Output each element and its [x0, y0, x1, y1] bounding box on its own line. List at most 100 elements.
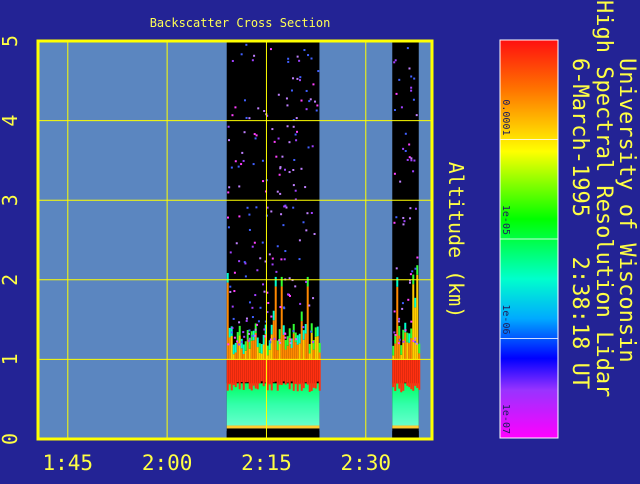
noise-speckle — [401, 302, 404, 305]
cloud-core — [238, 359, 241, 390]
cloud-core — [266, 359, 269, 391]
aerosol-layer — [226, 383, 320, 426]
noise-speckle — [285, 97, 288, 100]
noise-speckle — [305, 229, 308, 232]
noise-speckle — [304, 186, 307, 189]
noise-speckle — [262, 180, 265, 183]
cloud-core — [406, 359, 409, 386]
noise-speckle — [317, 70, 320, 73]
cloud-fringe — [242, 344, 245, 355]
noise-speckle — [412, 98, 415, 101]
y-tick-label: 5 — [0, 35, 22, 47]
noise-speckle — [283, 258, 286, 261]
noise-speckle — [246, 206, 249, 209]
cloud-fringe — [266, 345, 269, 356]
noise-speckle — [293, 158, 296, 161]
noise-speckle — [251, 59, 254, 62]
cloud-fringe — [272, 310, 275, 321]
noise-speckle — [406, 47, 409, 50]
cloud-core — [306, 359, 309, 385]
noise-speckle — [310, 211, 313, 214]
cloud-core — [312, 359, 315, 388]
cloud-fringe — [416, 265, 419, 275]
cloud-core — [416, 359, 419, 388]
noise-speckle — [410, 159, 413, 162]
noise-speckle — [395, 92, 398, 95]
noise-speckle — [289, 338, 292, 341]
cloud-fringe — [408, 333, 411, 343]
noise-speckle — [240, 340, 243, 343]
noise-speckle — [247, 339, 250, 342]
cloud-top — [404, 332, 407, 360]
cloud-core — [256, 359, 259, 390]
noise-speckle — [254, 334, 257, 337]
noise-speckle — [242, 159, 245, 162]
cloud-fringe — [276, 340, 279, 351]
noise-speckle — [407, 298, 410, 301]
cloud-top — [400, 354, 403, 360]
cloud-top — [268, 349, 271, 360]
cloud-core — [304, 359, 307, 383]
cloud-top — [412, 284, 415, 360]
cloud-top — [234, 352, 237, 360]
noise-speckle — [276, 245, 279, 248]
cloud-top — [232, 354, 235, 360]
ground-line — [226, 425, 320, 429]
cloud-core — [400, 359, 403, 393]
noise-speckle — [312, 83, 315, 86]
cloud-core — [272, 359, 275, 383]
noise-speckle — [279, 192, 282, 195]
cloud-top — [316, 336, 319, 360]
noise-speckle — [257, 320, 260, 323]
cloud-core — [298, 359, 301, 385]
noise-speckle — [402, 147, 405, 150]
noise-speckle — [295, 338, 298, 341]
cloud-core — [394, 359, 397, 392]
noise-speckle — [267, 301, 270, 304]
noise-speckle — [393, 310, 396, 313]
noise-speckle — [238, 185, 241, 188]
noise-speckle — [310, 330, 313, 333]
noise-speckle — [294, 189, 297, 192]
cloud-fringe — [304, 324, 307, 334]
noise-speckle — [410, 75, 413, 78]
noise-speckle — [227, 216, 230, 219]
noise-speckle — [251, 306, 254, 309]
cloud-core — [250, 359, 253, 391]
colorbar-tick-label: 1e-05 — [500, 205, 511, 235]
noise-speckle — [262, 283, 265, 286]
cloud-fringe — [288, 328, 291, 338]
noise-speckle — [413, 77, 416, 80]
noise-speckle — [409, 207, 412, 210]
x-tick-label: 2:30 — [340, 451, 391, 475]
noise-speckle — [393, 221, 396, 224]
noise-speckle — [292, 77, 295, 80]
noise-speckle — [251, 316, 254, 319]
noise-speckle — [395, 216, 398, 219]
cloud-top — [396, 286, 399, 360]
noise-speckle — [288, 171, 291, 174]
noise-speckle — [296, 130, 299, 133]
noise-speckle — [248, 337, 251, 340]
noise-speckle — [393, 331, 396, 334]
noise-speckle — [271, 263, 274, 266]
cloud-core — [300, 359, 303, 391]
lidar-figure: Backscatter Cross Section 0 1 2 3 4 5 1:45 2:0… — [0, 0, 640, 480]
noise-speckle — [253, 133, 256, 136]
cloud-top — [240, 348, 243, 360]
noise-speckle — [232, 317, 235, 320]
noise-speckle — [292, 330, 295, 333]
cloud-core — [392, 359, 395, 388]
noise-speckle — [240, 163, 243, 166]
cloud-fringe — [238, 325, 241, 336]
cloud-core — [286, 359, 289, 383]
cloud-fringe — [396, 277, 399, 287]
noise-speckle — [287, 57, 290, 60]
noise-speckle — [277, 93, 280, 96]
cloud-top — [406, 342, 409, 360]
cloud-top — [272, 320, 275, 360]
noise-speckle — [275, 155, 278, 158]
noise-speckle — [279, 306, 282, 309]
noise-speckle — [298, 258, 301, 261]
cloud-top — [392, 355, 395, 360]
